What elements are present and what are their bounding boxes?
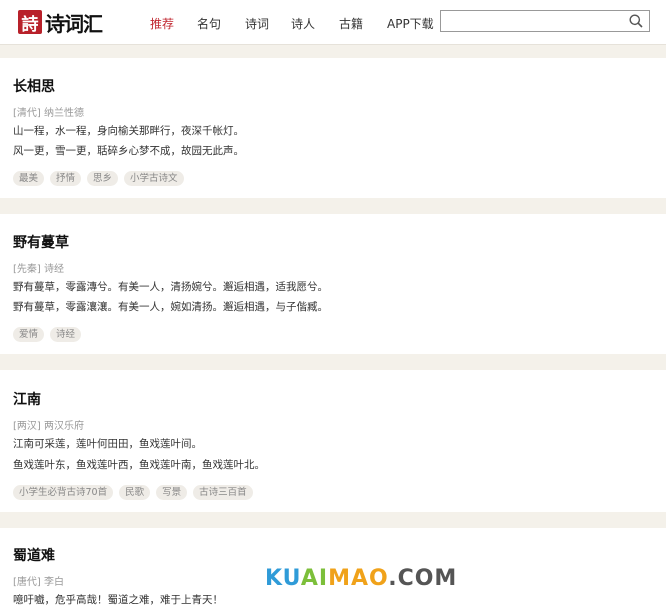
poem-line: 野有蔓草，零露瀼瀼。有美一人，婉如清扬。邂逅相遇，与子偕臧。 [13, 301, 328, 313]
watermark-part: .COM [388, 566, 458, 591]
nav-poems[interactable]: 诗词 [245, 15, 269, 32]
search-icon[interactable] [629, 14, 643, 28]
tag[interactable]: 古诗三百首 [193, 485, 253, 500]
poem-source[interactable]: [先秦] 诗经 [13, 260, 64, 275]
logo-text: 诗词汇 [45, 11, 103, 36]
tag-list: 小学生必背古诗70首 民歌 写景 古诗三百首 [13, 485, 253, 500]
poem-line: 江南可采莲，莲叶何田田，鱼戏莲叶间。 [13, 438, 202, 450]
poem-source[interactable]: [唐代] 李白 [13, 573, 64, 588]
poem-line: 山一程，水一程，身向榆关那畔行，夜深千帐灯。 [13, 125, 244, 137]
tag-list: 最美 抒情 思乡 小学古诗文 [13, 171, 184, 186]
poem-source[interactable]: [两汉] 两汉乐府 [13, 417, 84, 432]
tag[interactable]: 抒情 [50, 171, 82, 186]
watermark-part: KU [265, 566, 301, 591]
tag[interactable]: 写景 [156, 485, 188, 500]
tag-list: 爱情 诗经 [13, 327, 82, 342]
nav-classics[interactable]: 古籍 [339, 15, 363, 32]
nav-recommend[interactable]: 推荐 [150, 15, 174, 32]
poem-title[interactable]: 江南 [13, 389, 41, 409]
nav-poets[interactable]: 诗人 [291, 15, 315, 32]
watermark-part: MAO [328, 566, 389, 591]
tag[interactable]: 爱情 [13, 327, 45, 342]
poem-line: 噫吁嚱，危乎高哉！蜀道之难，难于上青天！ [13, 594, 223, 606]
watermark-logo: KUAIMAO.COM [265, 566, 457, 591]
top-header: 詩 诗词汇 推荐 名句 诗词 诗人 古籍 APP下载 [0, 0, 666, 45]
poem-title[interactable]: 野有蔓草 [13, 232, 69, 252]
poem-card: 长相思 [清代] 纳兰性德 山一程，水一程，身向榆关那畔行，夜深千帐灯。 风一更… [0, 58, 666, 198]
nav-app-download[interactable]: APP下载 [387, 15, 434, 32]
poem-card: 野有蔓草 [先秦] 诗经 野有蔓草，零露漙兮。有美一人，清扬婉兮。邂逅相遇，适我… [0, 214, 666, 354]
poem-line: 风一更，雪一更，聒碎乡心梦不成，故园无此声。 [13, 145, 244, 157]
tag[interactable]: 最美 [13, 171, 45, 186]
poem-line: 鱼戏莲叶东，鱼戏莲叶西，鱼戏莲叶南，鱼戏莲叶北。 [13, 459, 265, 471]
tag[interactable]: 小学生必背古诗70首 [13, 485, 114, 500]
nav-famous-lines[interactable]: 名句 [197, 15, 221, 32]
tag[interactable]: 小学古诗文 [124, 171, 184, 186]
poem-title[interactable]: 蜀道难 [13, 545, 55, 565]
watermark-part: AI [300, 566, 329, 591]
tag[interactable]: 民歌 [119, 485, 151, 500]
poem-line: 野有蔓草，零露漙兮。有美一人，清扬婉兮。邂逅相遇，适我愿兮。 [13, 281, 328, 293]
poem-source[interactable]: [清代] 纳兰性德 [13, 104, 84, 119]
search-input[interactable] [440, 10, 650, 32]
poem-title[interactable]: 长相思 [13, 76, 55, 96]
tag[interactable]: 思乡 [87, 171, 119, 186]
site-logo[interactable]: 詩 诗词汇 [18, 8, 103, 36]
poem-card: 江南 [两汉] 两汉乐府 江南可采莲，莲叶何田田，鱼戏莲叶间。 鱼戏莲叶东，鱼戏… [0, 370, 666, 512]
tag[interactable]: 诗经 [50, 327, 82, 342]
logo-seal: 詩 [18, 10, 42, 35]
